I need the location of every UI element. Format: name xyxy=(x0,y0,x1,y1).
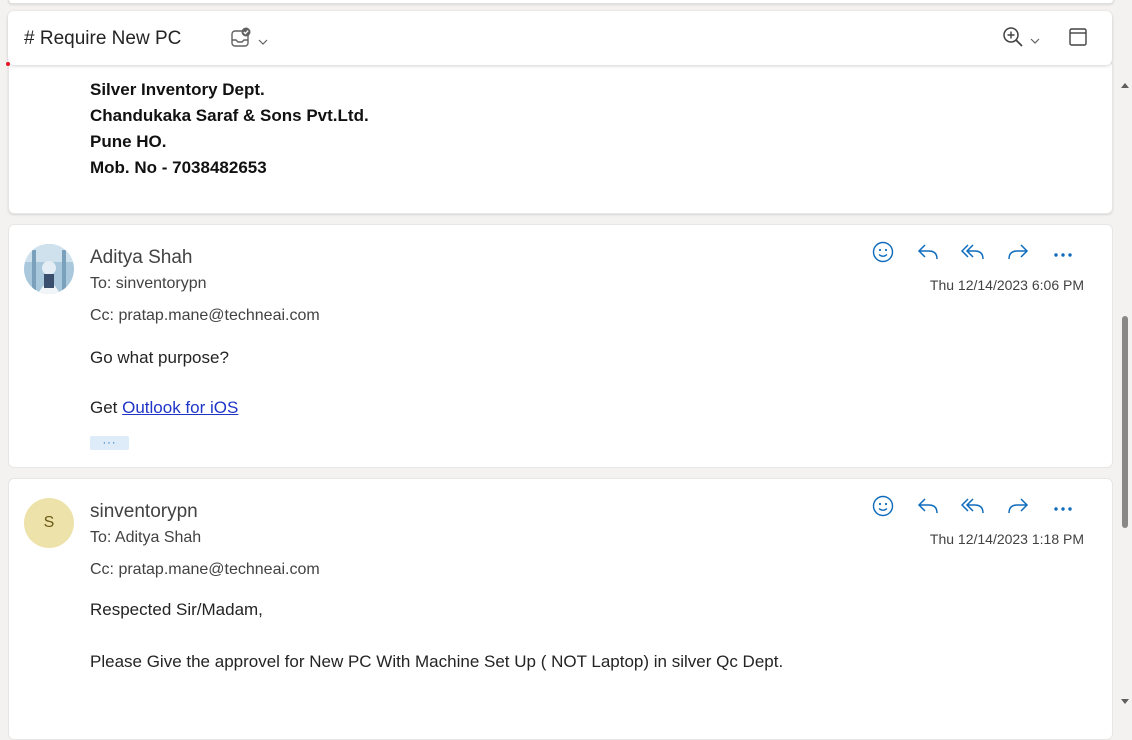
reply-button[interactable] xyxy=(905,242,950,266)
reply-all-icon xyxy=(960,496,985,521)
signature-line: Silver Inventory Dept. xyxy=(90,80,265,99)
forward-button[interactable] xyxy=(995,242,1040,266)
zoom-button[interactable] xyxy=(1002,26,1040,53)
forward-button[interactable] xyxy=(995,496,1040,520)
message-card: Aditya Shah To: sinventorypn Cc: pratap.… xyxy=(8,224,1113,468)
signature-line: Pune HO. xyxy=(90,132,167,151)
signature-line: Mob. No - 7038482653 xyxy=(90,158,267,177)
avatar[interactable]: S xyxy=(24,498,74,548)
body-prefix: Get xyxy=(90,398,123,417)
message-card: S sinventorypn To: Aditya Shah Cc: prata… xyxy=(8,478,1113,740)
scroll-down-arrow[interactable] xyxy=(1121,699,1129,704)
emoji-react-icon xyxy=(872,495,894,522)
conversation-subject: # Require New PC xyxy=(24,28,182,49)
chevron-down-icon[interactable] xyxy=(258,32,268,50)
to-recipients: To: Aditya Shah xyxy=(90,529,202,546)
message-date: Thu 12/14/2023 1:18 PM xyxy=(929,531,1084,547)
react-button[interactable] xyxy=(860,241,905,268)
open-new-window-icon xyxy=(1068,27,1088,52)
message-body-line: Respected Sir/Madam, xyxy=(90,600,263,619)
message-body-line: Get Outlook for iOS xyxy=(90,398,238,418)
sender-name[interactable]: sinventorypn xyxy=(90,501,198,523)
to-recipients: To: sinventorypn xyxy=(90,275,207,292)
scroll-up-arrow[interactable] xyxy=(1121,83,1129,88)
more-actions-button[interactable] xyxy=(1040,496,1085,520)
mark-read-icon xyxy=(230,27,252,54)
reply-all-button[interactable] xyxy=(950,496,995,520)
mark-read-button[interactable] xyxy=(230,27,268,54)
sender-name[interactable]: Aditya Shah xyxy=(90,247,192,269)
message-actions xyxy=(860,495,1085,522)
forward-icon xyxy=(1007,242,1029,267)
reading-pane-header: # Require New PC xyxy=(8,11,1112,65)
open-in-new-window-button[interactable] xyxy=(1068,27,1088,52)
more-dots: ··· xyxy=(102,437,117,449)
more-actions-button[interactable] xyxy=(1040,242,1085,266)
message-body-line: Please Give the approvel for New PC With… xyxy=(90,652,784,671)
reply-button[interactable] xyxy=(905,496,950,520)
cc-recipients: Cc: pratap.mane@techneai.com xyxy=(90,561,320,578)
vertical-scrollbar[interactable] xyxy=(1118,66,1132,715)
react-button[interactable] xyxy=(860,495,905,522)
cc-recipients: Cc: pratap.mane@techneai.com xyxy=(90,307,320,324)
avatar-initial: S xyxy=(43,514,55,531)
emoji-react-icon xyxy=(872,241,894,268)
outlook-ios-link[interactable]: Outlook for iOS xyxy=(122,398,238,417)
reply-icon xyxy=(917,242,939,267)
forward-icon xyxy=(1007,496,1029,521)
reply-all-button[interactable] xyxy=(950,242,995,266)
message-body-line: Go what purpose? xyxy=(90,348,229,367)
message-actions xyxy=(860,241,1085,268)
reply-icon xyxy=(917,496,939,521)
message-card-previous: Silver Inventory Dept. Chandukaka Saraf … xyxy=(8,60,1113,214)
previous-card-edge xyxy=(8,0,1114,4)
avatar[interactable] xyxy=(24,244,74,294)
message-date: Thu 12/14/2023 6:06 PM xyxy=(929,277,1084,293)
more-actions-icon xyxy=(1053,245,1073,263)
zoom-in-icon xyxy=(1002,26,1024,53)
reply-all-icon xyxy=(960,242,985,267)
more-actions-icon xyxy=(1053,499,1073,517)
show-more-button[interactable]: ··· xyxy=(90,436,129,450)
signature-line: Chandukaka Saraf & Sons Pvt.Ltd. xyxy=(90,106,369,125)
scrollbar-thumb[interactable] xyxy=(1122,316,1128,528)
unread-indicator-dot xyxy=(6,62,10,66)
chevron-down-icon[interactable] xyxy=(1030,31,1040,49)
